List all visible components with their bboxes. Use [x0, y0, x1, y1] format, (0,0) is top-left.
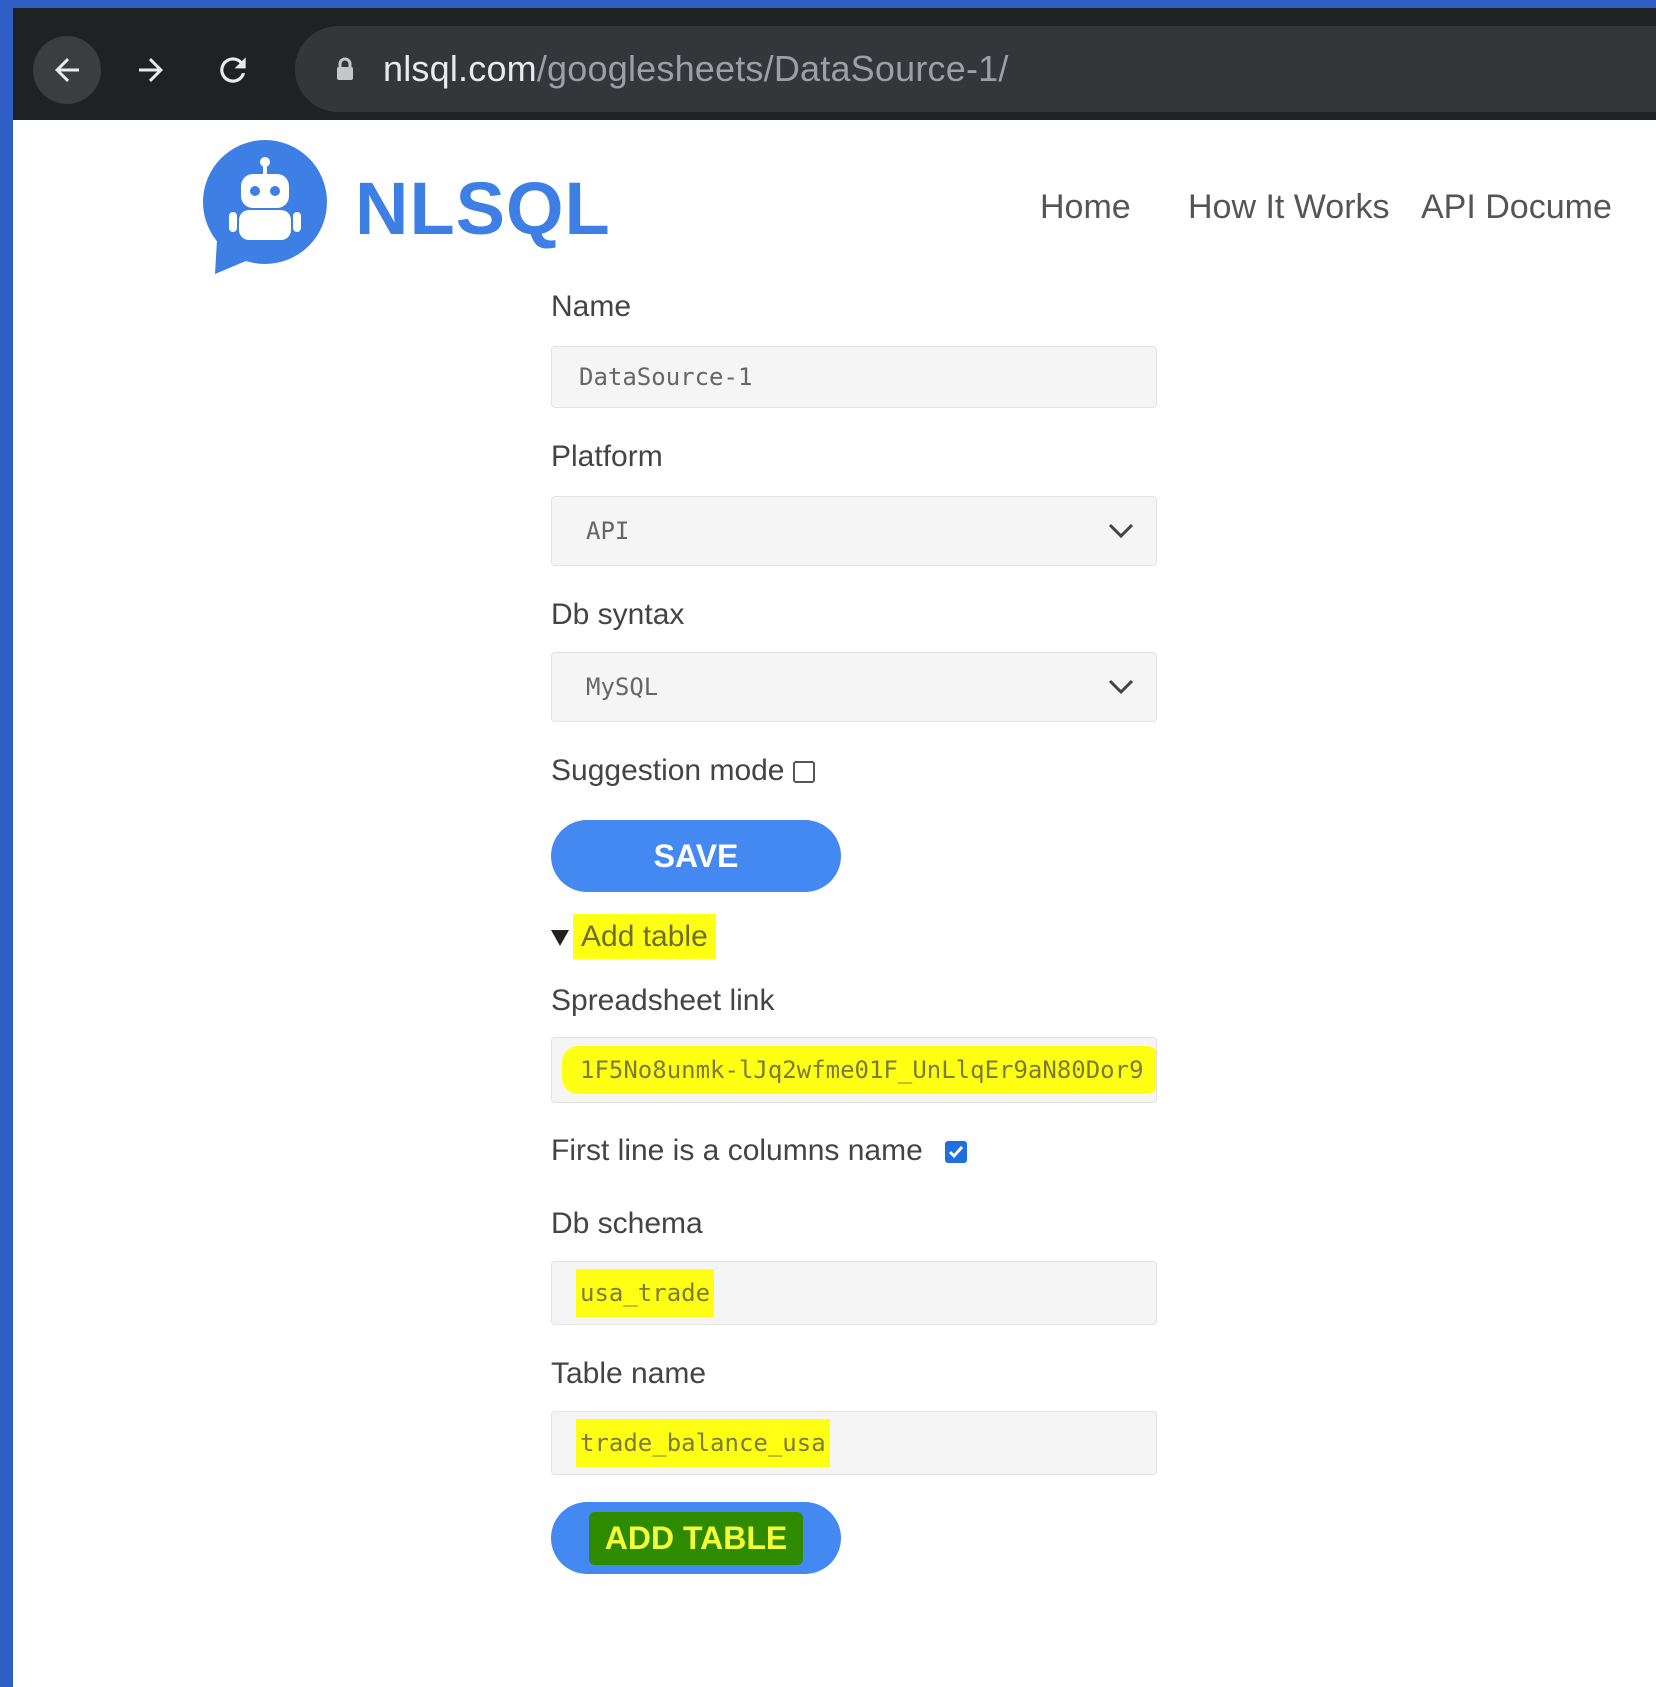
add-table-button[interactable]: ADD TABLE: [551, 1502, 841, 1574]
table-name-input[interactable]: trade_balance_usa: [551, 1411, 1157, 1475]
suggestion-mode-label: Suggestion mode: [551, 754, 785, 787]
suggestion-mode-row: Suggestion mode: [551, 754, 815, 788]
db-syntax-select-value: MySQL: [586, 673, 659, 701]
platform-select-value: API: [586, 517, 630, 545]
check-icon: [949, 1146, 964, 1159]
first-line-checkbox[interactable]: [945, 1141, 968, 1164]
browser-toolbar: nlsql.com/googlesheets/DataSource-1/: [13, 8, 1656, 120]
platform-label: Platform: [551, 440, 663, 473]
reload-button[interactable]: [199, 36, 267, 104]
name-label: Name: [551, 290, 632, 323]
platform-select[interactable]: API: [551, 496, 1157, 566]
add-table-summary[interactable]: Add table: [551, 914, 716, 959]
chevron-down-icon: [1108, 523, 1134, 539]
name-input-value: DataSource-1: [579, 363, 753, 391]
brand-name[interactable]: NLSQL: [355, 166, 611, 251]
table-name-value: trade_balance_usa: [576, 1419, 830, 1467]
spreadsheet-link-value: 1F5No8unmk-lJq2wfme01F_UnLlqEr9aN80Dor9: [562, 1046, 1156, 1094]
arrow-left-icon: [55, 58, 79, 82]
nav-api-docs[interactable]: API Docume: [1421, 188, 1612, 227]
add-table-button-label: ADD TABLE: [588, 1511, 804, 1565]
url-host: nlsql.com: [383, 48, 537, 89]
forward-button[interactable]: [117, 36, 185, 104]
save-button[interactable]: SAVE: [551, 820, 841, 892]
add-table-label: Add table: [573, 914, 716, 959]
lock-icon: [337, 57, 353, 80]
db-schema-value: usa_trade: [576, 1269, 715, 1317]
arrow-right-icon: [139, 58, 163, 82]
db-schema-input[interactable]: usa_trade: [551, 1261, 1157, 1325]
first-line-row: First line is a columns name: [551, 1134, 968, 1168]
spreadsheet-link-label: Spreadsheet link: [551, 984, 775, 1017]
chevron-down-icon: [1108, 679, 1134, 695]
nav-how-it-works[interactable]: How It Works: [1188, 188, 1390, 227]
db-syntax-label: Db syntax: [551, 598, 685, 631]
address-bar[interactable]: nlsql.com/googlesheets/DataSource-1/: [295, 26, 1656, 112]
reload-icon: [220, 57, 246, 83]
nav-home[interactable]: Home: [1040, 188, 1131, 227]
browser-window: nlsql.com/googlesheets/DataSource-1/ NLS…: [13, 8, 1656, 1687]
suggestion-mode-checkbox[interactable]: [792, 761, 815, 784]
first-line-label: First line is a columns name: [551, 1134, 923, 1167]
url-path: /googlesheets/DataSource-1/: [536, 48, 1009, 89]
db-schema-label: Db schema: [551, 1207, 703, 1240]
url-text: nlsql.com/googlesheets/DataSource-1/: [383, 48, 1009, 90]
name-input[interactable]: DataSource-1: [551, 346, 1157, 408]
spreadsheet-link-input[interactable]: 1F5No8unmk-lJq2wfme01F_UnLlqEr9aN80Dor9: [551, 1037, 1157, 1103]
robot-chat-logo-icon: [203, 140, 327, 274]
nlsql-logo[interactable]: [195, 140, 335, 285]
triangle-down-icon: [551, 930, 569, 947]
back-button[interactable]: [33, 36, 101, 104]
table-name-label: Table name: [551, 1357, 707, 1390]
db-syntax-select[interactable]: MySQL: [551, 652, 1157, 722]
